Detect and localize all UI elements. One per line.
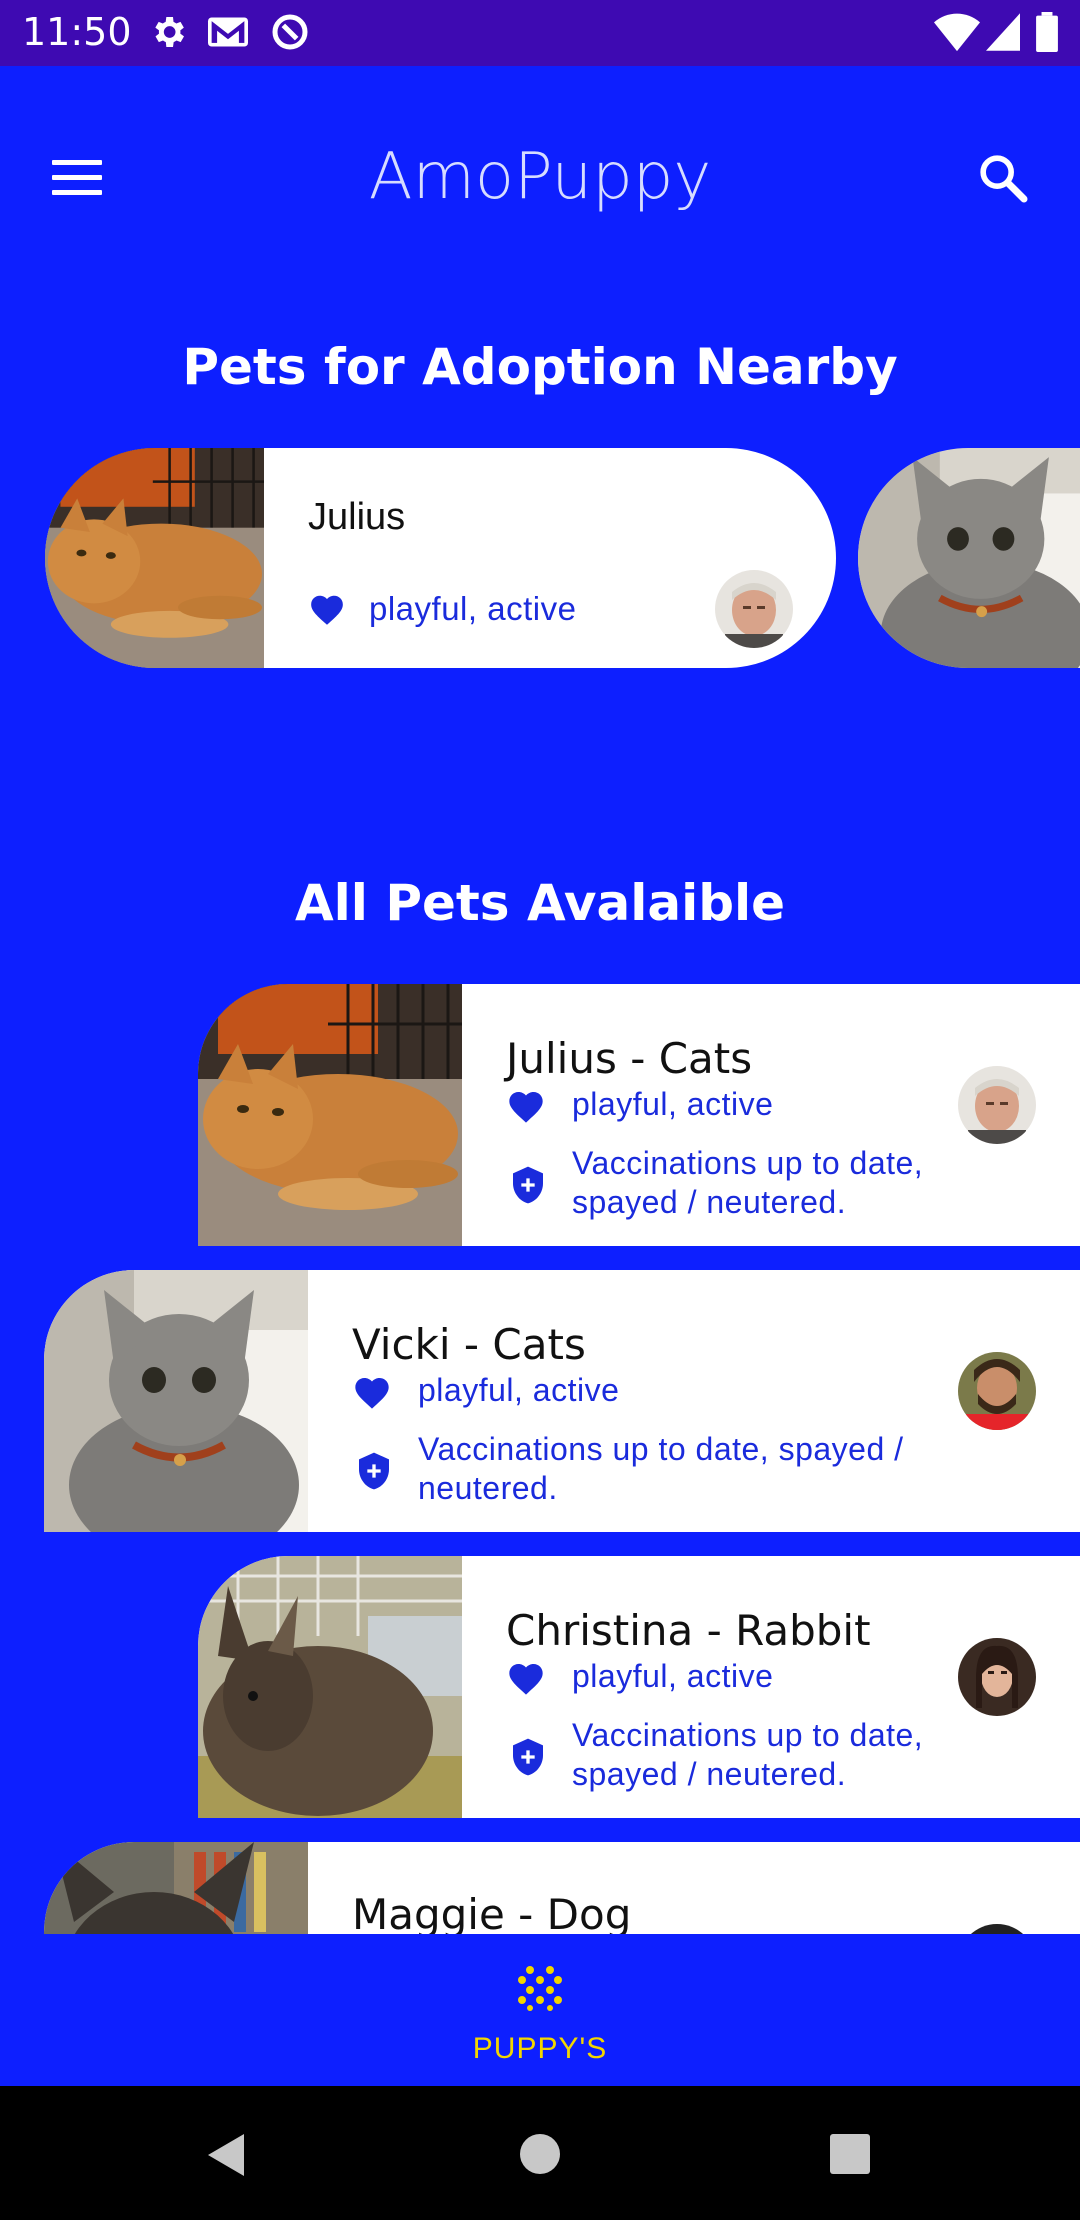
owner-avatar [715, 570, 793, 648]
owner-avatar [958, 1352, 1036, 1430]
shield-icon [508, 1737, 548, 1777]
featured-pet-tags: playful, active [369, 590, 577, 627]
app-title: AmoPuppy [368, 140, 712, 214]
system-navigation [0, 2086, 1080, 2220]
gmail-icon [206, 12, 250, 57]
pet-vaccination: Vaccinations up to date, spayed / neuter… [418, 1431, 904, 1506]
back-button[interactable] [204, 2132, 248, 2178]
owner-avatar [958, 1924, 1036, 1934]
shield-icon [354, 1451, 394, 1491]
rabbit-photo [198, 1556, 462, 1818]
search-icon[interactable] [975, 150, 1031, 211]
pet-tags: playful, active [572, 1658, 774, 1694]
featured-pet-card[interactable]: Julius playful, active [45, 448, 836, 668]
dog-photo [44, 1842, 308, 1934]
next-featured-card[interactable] [858, 448, 1080, 668]
pet-card-christina[interactable]: Christina - Rabbit playful, active Vacci… [198, 1556, 1080, 1818]
nearby-section-title: Pets for Adoption Nearby [182, 338, 898, 396]
pet-name: Julius - Cats [506, 1034, 753, 1083]
pet-vaccination: Vaccinations up to date, spayed / neuter… [572, 1717, 924, 1792]
pet-card-julius[interactable]: Julius - Cats playful, active Vaccinatio… [198, 984, 1080, 1246]
nav-label-puppys[interactable]: PUPPY'S [0, 2032, 1080, 2066]
pet-name: Christina - Rabbit [506, 1606, 871, 1655]
recents-button[interactable] [828, 2132, 872, 2176]
status-bar: 11:50 [0, 0, 1080, 66]
pet-card-vicki[interactable]: Vicki - Cats playful, active Vaccination… [44, 1270, 1080, 1532]
owner-avatar [958, 1638, 1036, 1716]
orange-cat-photo [45, 448, 264, 668]
owner-avatar [958, 1066, 1036, 1144]
pet-card-maggie[interactable]: Maggie - Dog [44, 1842, 1080, 1934]
pet-name: Vicki - Cats [352, 1320, 586, 1369]
pet-vaccination: Vaccinations up to date, spayed / neuter… [572, 1145, 924, 1220]
signal-icon [986, 12, 1020, 57]
all-pets-section-title: All Pets Avalaible [294, 874, 786, 932]
status-time: 11:50 [22, 10, 132, 54]
settings-icon [148, 12, 188, 57]
sync-icon [270, 12, 310, 57]
dots-grid-icon[interactable] [516, 1964, 564, 2017]
pet-tags: playful, active [418, 1372, 620, 1408]
home-button[interactable] [518, 2132, 562, 2176]
wifi-icon [934, 12, 980, 57]
orange-cat-photo [198, 984, 462, 1246]
gray-cat-photo [858, 448, 1080, 668]
heart-icon [352, 1373, 392, 1413]
battery-icon [1036, 12, 1058, 57]
heart-icon [308, 591, 346, 629]
heart-icon [506, 1659, 546, 1699]
gray-cat-photo [44, 1270, 308, 1532]
featured-pet-name: Julius [308, 496, 406, 538]
pet-name: Maggie - Dog [352, 1890, 632, 1934]
shield-icon [508, 1165, 548, 1205]
pet-tags: playful, active [572, 1086, 774, 1122]
heart-icon [506, 1087, 546, 1127]
bottom-navigation: PUPPY'S [0, 1934, 1080, 2086]
